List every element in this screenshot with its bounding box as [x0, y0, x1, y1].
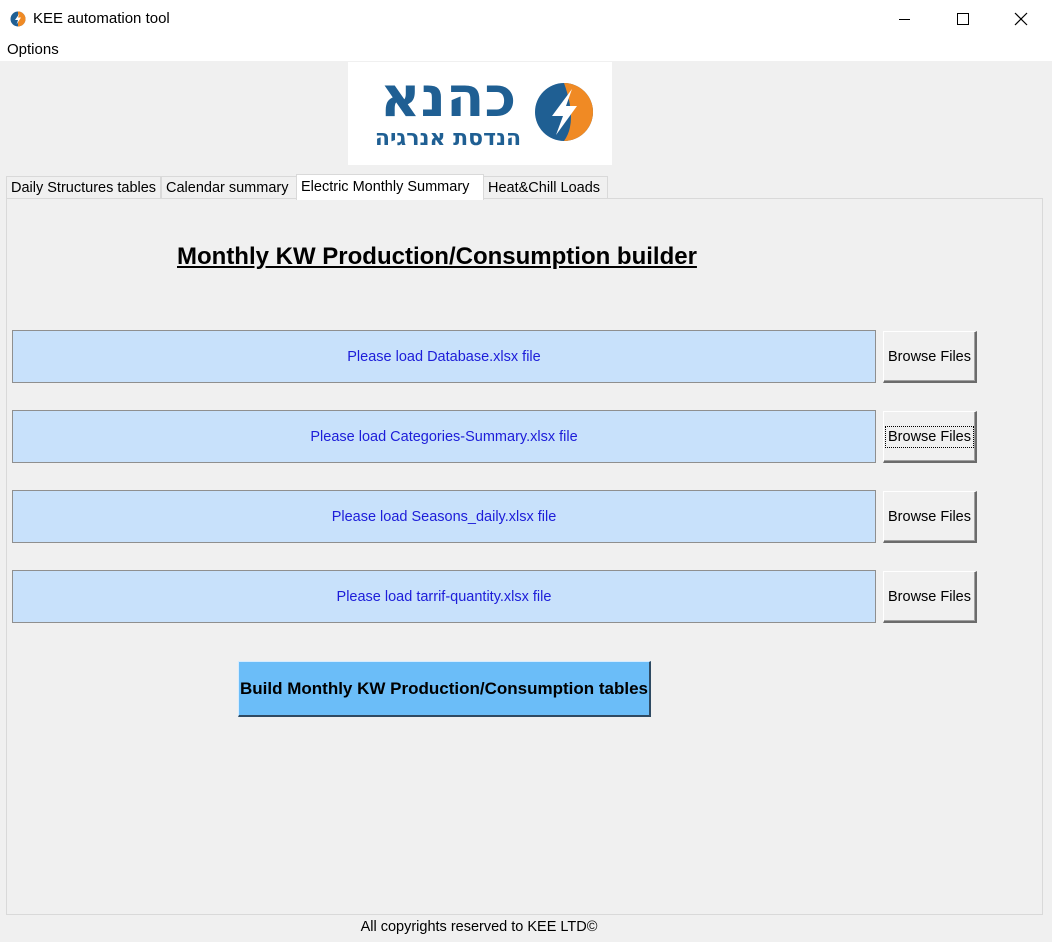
tab-calendar-summary[interactable]: Calendar summary: [161, 176, 297, 198]
tarrif-quantity-file-label: Please load tarrif-quantity.xlsx file: [12, 570, 876, 623]
browse-button-label: Browse Files: [885, 425, 974, 448]
browse-button-label: Browse Files: [888, 588, 971, 605]
copyright-footer: All copyrights reserved to KEE LTD©: [360, 919, 598, 935]
logo-main-text: כהנא: [379, 65, 517, 130]
tab-electric-monthly-summary[interactable]: Electric Monthly Summary: [296, 174, 484, 200]
page-heading: Monthly KW Production/Consumption builde…: [177, 243, 697, 270]
browse-categories-summary-button[interactable]: Browse Files: [883, 411, 977, 463]
seasons-daily-file-label: Please load Seasons_daily.xlsx file: [12, 490, 876, 543]
window-title: KEE automation tool: [33, 10, 170, 27]
maximize-button[interactable]: [934, 0, 992, 38]
browse-button-label: Browse Files: [888, 348, 971, 365]
browse-button-label: Browse Files: [888, 508, 971, 525]
lightning-bolt-icon: [535, 83, 593, 141]
tab-heat-chill-loads[interactable]: Heat&Chill Loads: [483, 176, 608, 198]
browse-seasons-daily-button[interactable]: Browse Files: [883, 491, 977, 543]
browse-database-button[interactable]: Browse Files: [883, 331, 977, 383]
browse-tarrif-quantity-button[interactable]: Browse Files: [883, 571, 977, 623]
close-icon: [1014, 12, 1028, 26]
logo-sub-text: הנדסת אנרגיה: [374, 126, 522, 151]
app-icon: [10, 11, 26, 27]
database-file-label: Please load Database.xlsx file: [12, 330, 876, 383]
minimize-button[interactable]: [876, 0, 934, 38]
title-bar: KEE automation tool: [0, 0, 1052, 38]
menu-options[interactable]: Options: [7, 41, 59, 58]
categories-summary-file-label: Please load Categories-Summary.xlsx file: [12, 410, 876, 463]
maximize-icon: [957, 13, 969, 25]
tab-content-panel: [6, 198, 1043, 915]
menu-bar: Options: [0, 38, 1052, 61]
company-logo: כהנא הנדסת אנרגיה: [348, 62, 612, 165]
minimize-icon: [899, 19, 910, 20]
build-tables-button[interactable]: Build Monthly KW Production/Consumption …: [238, 661, 651, 717]
tab-daily-structures-tables[interactable]: Daily Structures tables: [6, 176, 161, 198]
close-button[interactable]: [992, 0, 1050, 38]
